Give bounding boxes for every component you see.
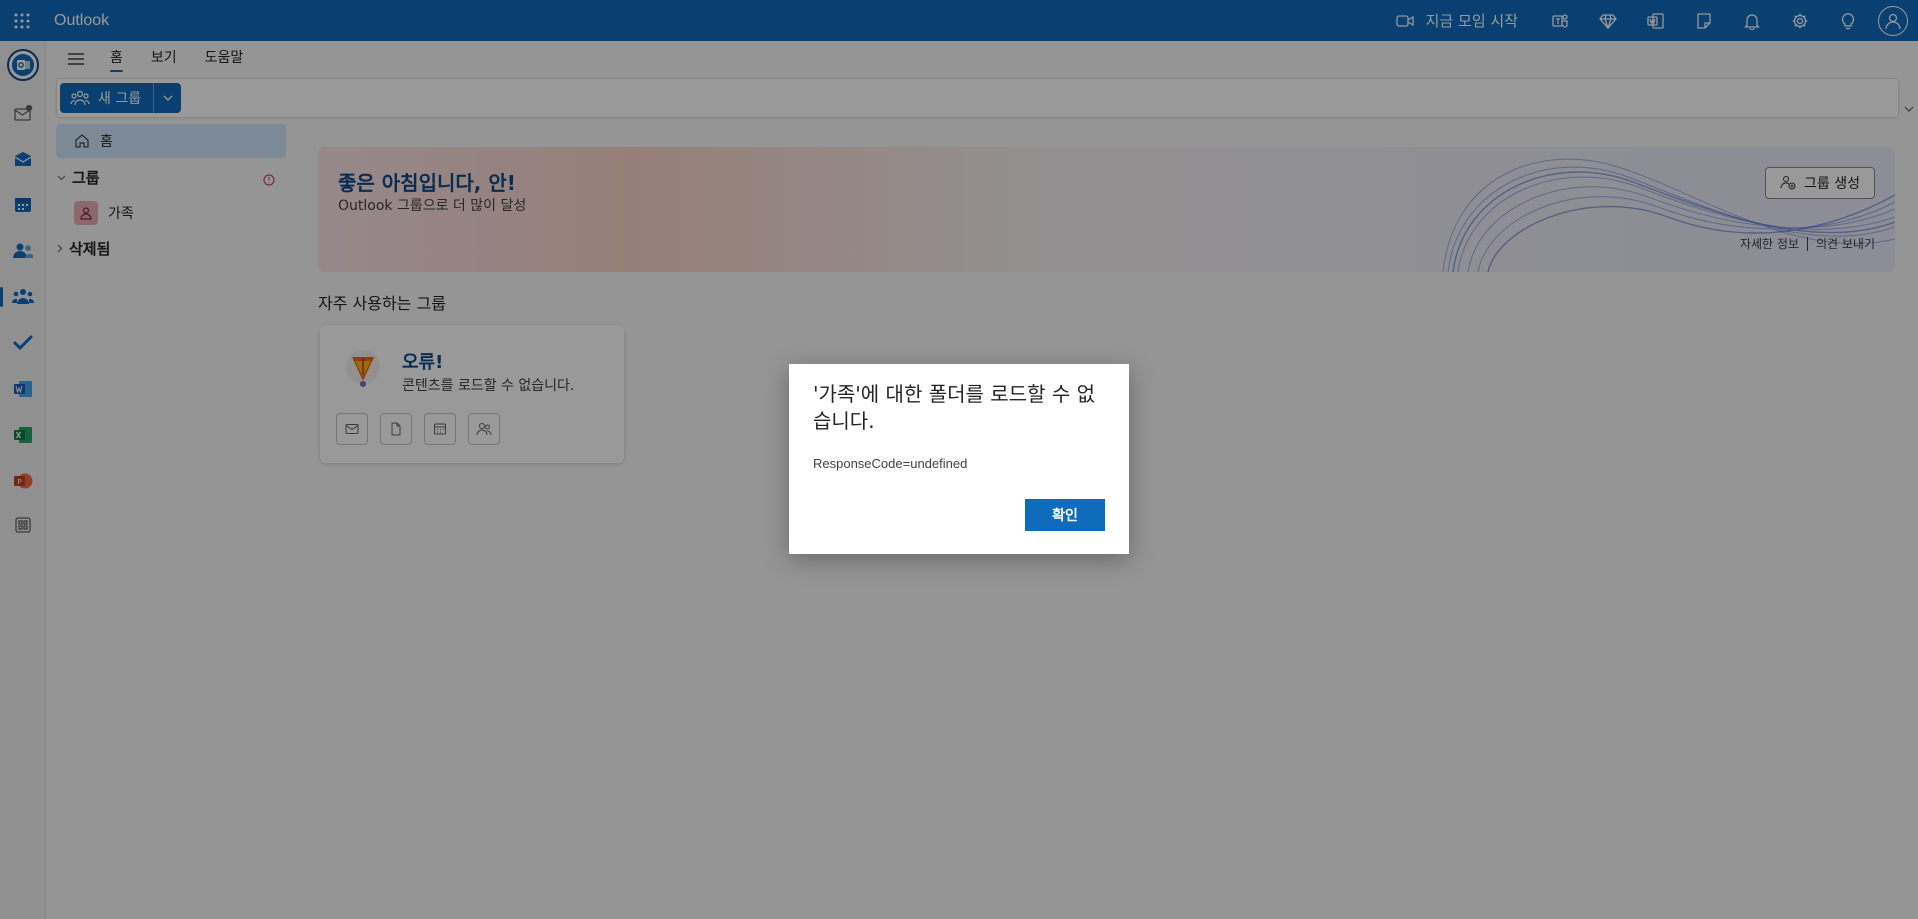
- ok-button[interactable]: 확인: [1025, 499, 1105, 531]
- error-dialog: '가족'에 대한 폴더를 로드할 수 없습니다. ResponseCode=un…: [789, 364, 1129, 554]
- dialog-message: ResponseCode=undefined: [813, 456, 968, 471]
- dialog-title: '가족'에 대한 폴더를 로드할 수 없습니다.: [813, 382, 1095, 433]
